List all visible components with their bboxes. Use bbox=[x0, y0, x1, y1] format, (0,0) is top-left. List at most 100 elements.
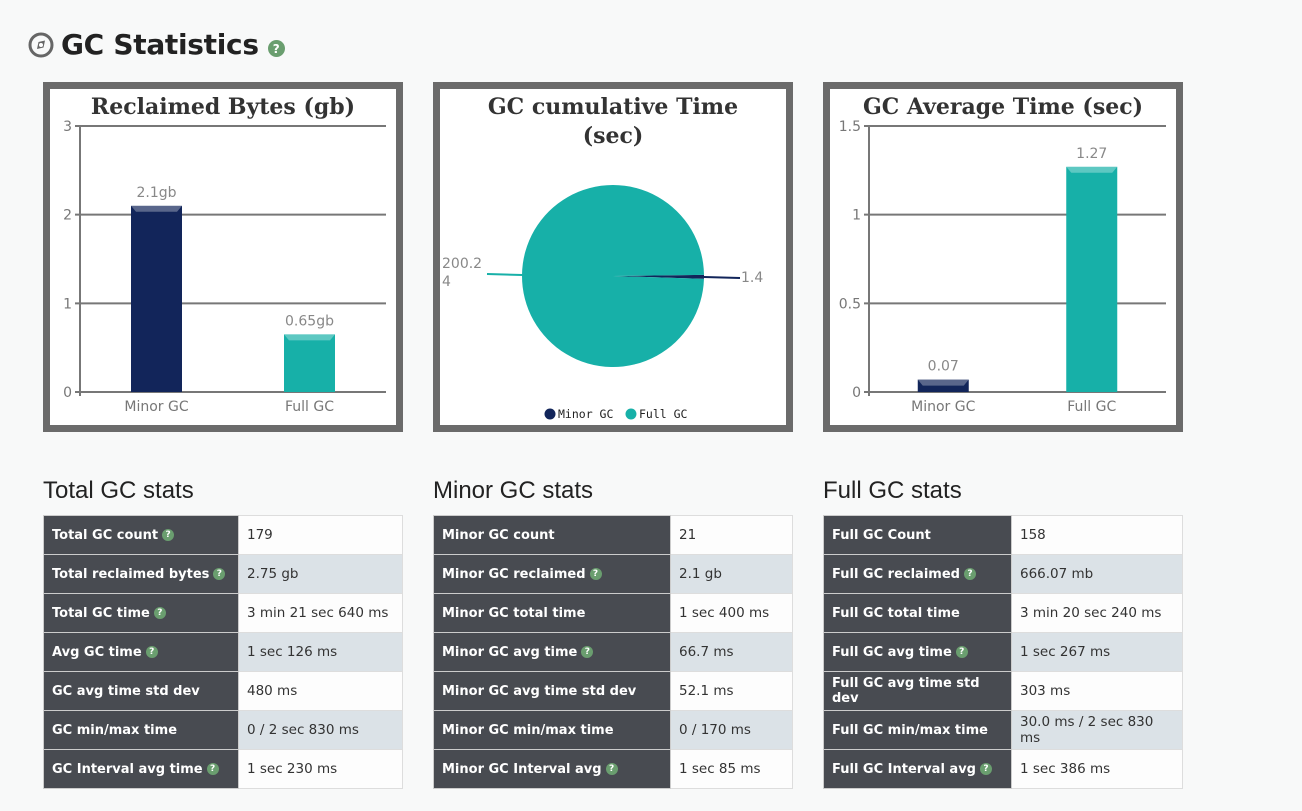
stat-label-text: Minor GC reclaimed bbox=[442, 566, 586, 582]
y-tick-label: 0.5 bbox=[839, 296, 861, 312]
table-row: Full GC total time 3 min 20 sec 240 ms bbox=[823, 593, 1183, 633]
stat-label-text: Minor GC total time bbox=[442, 605, 586, 621]
bar-highlight bbox=[1066, 166, 1118, 173]
bar bbox=[284, 334, 335, 392]
stat-value: 1 sec 386 ms bbox=[1011, 749, 1183, 789]
stat-label: GC Interval avg time? bbox=[43, 749, 239, 789]
legend-marker bbox=[625, 408, 637, 420]
reclaimed-bytes-chart: Reclaimed Bytes (gb) 0 1 2 3 2.1gb Minor GC 0.… bbox=[43, 82, 403, 432]
stat-value: 3 min 20 sec 240 ms bbox=[1011, 593, 1183, 633]
data-label: 0.07 bbox=[928, 359, 959, 375]
stat-value: 30.0 ms / 2 sec 830 ms bbox=[1011, 710, 1183, 750]
table-row: Full GC Interval avg? 1 sec 386 ms bbox=[823, 749, 1183, 789]
y-tick-label: 1.5 bbox=[839, 119, 861, 135]
stat-label-text: GC Interval avg time bbox=[52, 761, 203, 777]
stat-label: Minor GC Interval avg? bbox=[433, 749, 671, 789]
table-row: Avg GC time? 1 sec 126 ms bbox=[43, 632, 403, 672]
stat-label-text: Avg GC time bbox=[52, 644, 142, 660]
stat-label-text: Full GC avg time std dev bbox=[832, 676, 980, 706]
table-row: GC avg time std dev 480 ms bbox=[43, 671, 403, 711]
stat-label-text: Full GC Count bbox=[832, 527, 931, 543]
stat-value: 52.1 ms bbox=[670, 671, 793, 711]
stat-value: 666.07 mb bbox=[1011, 554, 1183, 594]
question-icon[interactable]: ? bbox=[979, 763, 992, 775]
stat-label: Total reclaimed bytes? bbox=[43, 554, 239, 594]
page-title-text: GC Statistics bbox=[61, 28, 259, 61]
stat-value: 1 sec 230 ms bbox=[238, 749, 403, 789]
question-icon[interactable]: ? bbox=[955, 646, 968, 658]
question-icon[interactable]: ? bbox=[213, 568, 226, 580]
stat-label-text: Total GC time bbox=[52, 605, 150, 621]
question-icon[interactable]: ? bbox=[145, 646, 158, 658]
data-label: 200.2 bbox=[442, 256, 482, 272]
stat-label-text: Total GC count bbox=[52, 527, 159, 543]
table-row: GC Interval avg time? 1 sec 230 ms bbox=[43, 749, 403, 789]
stat-value: 21 bbox=[670, 515, 793, 555]
stat-label: GC avg time std dev bbox=[43, 671, 239, 711]
stat-value: 1 sec 126 ms bbox=[238, 632, 403, 672]
stat-value: 2.1 gb bbox=[670, 554, 793, 594]
leader-line bbox=[703, 276, 741, 279]
cumulative-time-chart: GC cumulative Time (sec) 1.4 200.2 4 Minor … bbox=[433, 82, 793, 432]
stat-value: 0 / 170 ms bbox=[670, 710, 793, 750]
stat-label: Full GC avg time? bbox=[823, 632, 1012, 672]
stat-label: Full GC total time bbox=[823, 593, 1012, 633]
question-icon[interactable]: ? bbox=[162, 529, 175, 541]
y-tick-label: 0 bbox=[63, 385, 72, 401]
table-row: Minor GC count 21 bbox=[433, 515, 793, 555]
stat-label-text: Full GC min/max time bbox=[832, 722, 988, 738]
stat-label: Minor GC avg time std dev bbox=[433, 671, 671, 711]
data-label: 1.4 bbox=[741, 270, 763, 286]
total-gc-stats-title: Total GC stats bbox=[43, 477, 194, 504]
table-row: Total reclaimed bytes? 2.75 gb bbox=[43, 554, 403, 594]
table-row: Minor GC reclaimed? 2.1 gb bbox=[433, 554, 793, 594]
table-row: Full GC avg time? 1 sec 267 ms bbox=[823, 632, 1183, 672]
stat-value: 1 sec 400 ms bbox=[670, 593, 793, 633]
stat-label-text: GC avg time std dev bbox=[52, 683, 200, 699]
stat-value: 179 bbox=[238, 515, 403, 555]
data-label: 0.65gb bbox=[285, 313, 334, 329]
question-icon[interactable]: ? bbox=[153, 607, 166, 619]
y-tick-label: 2 bbox=[63, 208, 72, 224]
stat-label: Minor GC total time bbox=[433, 593, 671, 633]
stat-label: Minor GC count bbox=[433, 515, 671, 555]
stat-label-text: Minor GC avg time std dev bbox=[442, 683, 637, 699]
y-tick-label: 0 bbox=[852, 385, 861, 401]
question-icon[interactable]: ? bbox=[267, 40, 285, 57]
question-icon[interactable]: ? bbox=[605, 763, 618, 775]
stat-label-text: Full GC reclaimed bbox=[832, 566, 960, 582]
table-row: Total GC time? 3 min 21 sec 640 ms bbox=[43, 593, 403, 633]
stat-label: Avg GC time? bbox=[43, 632, 239, 672]
legend-label: Full GC bbox=[639, 407, 688, 421]
average-time-plot: 0 0.5 1 1.5 0.07 Minor GC 1.27 Full GC bbox=[839, 119, 1166, 415]
leader-line bbox=[486, 273, 523, 276]
x-tick-label: Minor GC bbox=[124, 399, 188, 415]
table-row: Minor GC avg time std dev 52.1 ms bbox=[433, 671, 793, 711]
stat-value: 0 / 2 sec 830 ms bbox=[238, 710, 403, 750]
question-icon[interactable]: ? bbox=[581, 646, 594, 658]
stat-label-text: Minor GC avg time bbox=[442, 644, 578, 660]
stat-label: Full GC Count bbox=[823, 515, 1012, 555]
table-row: Minor GC min/max time 0 / 170 ms bbox=[433, 710, 793, 750]
y-tick-label: 1 bbox=[852, 208, 861, 224]
stat-value: 3 min 21 sec 640 ms bbox=[238, 593, 403, 633]
table-row: GC min/max time 0 / 2 sec 830 ms bbox=[43, 710, 403, 750]
stat-label: Minor GC avg time? bbox=[433, 632, 671, 672]
table-row: Full GC Count 158 bbox=[823, 515, 1183, 555]
question-icon[interactable]: ? bbox=[963, 568, 976, 580]
stat-label-text: Minor GC count bbox=[442, 527, 555, 543]
stat-label: Full GC avg time std dev bbox=[823, 671, 1012, 711]
question-icon[interactable]: ? bbox=[589, 568, 602, 580]
bar-highlight bbox=[284, 334, 335, 341]
x-tick-label: Full GC bbox=[285, 399, 334, 415]
legend-label: Minor GC bbox=[558, 407, 613, 421]
page-title: GC Statistics ? bbox=[28, 28, 285, 61]
stat-label: GC min/max time bbox=[43, 710, 239, 750]
stat-label-text: Total reclaimed bytes bbox=[52, 566, 210, 582]
stat-value: 480 ms bbox=[238, 671, 403, 711]
bar-highlight bbox=[917, 379, 969, 386]
stat-label-text: Full GC total time bbox=[832, 605, 960, 621]
table-row: Full GC reclaimed? 666.07 mb bbox=[823, 554, 1183, 594]
question-icon[interactable]: ? bbox=[206, 763, 219, 775]
legend-marker bbox=[544, 408, 556, 420]
